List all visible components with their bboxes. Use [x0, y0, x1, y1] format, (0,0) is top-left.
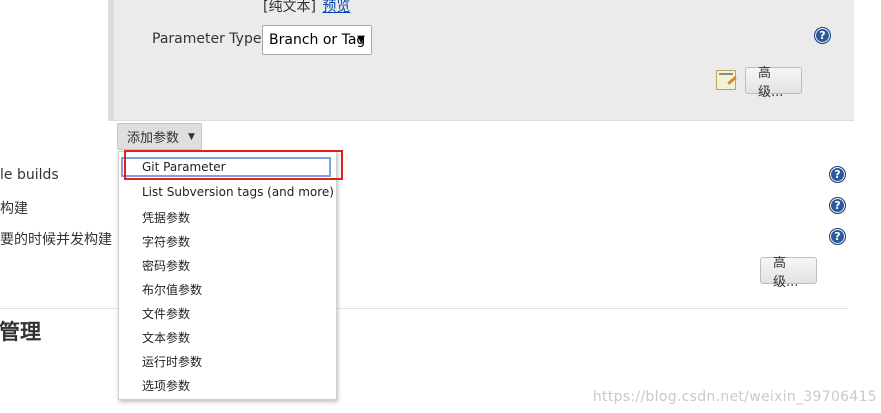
notepad-icon[interactable] [716, 70, 736, 90]
option-label-build: 构建 [0, 201, 28, 217]
plain-text-label: [纯文本] [263, 0, 316, 15]
option-label-builds: le builds [0, 167, 59, 183]
menu-item-file-param[interactable]: 文件参数 [142, 305, 190, 322]
advanced-button[interactable]: 高级... [745, 66, 802, 100]
annotation-highlight-box [124, 150, 343, 180]
parameter-type-label: Parameter Type [152, 31, 262, 47]
select-caret-icon: ▼ [357, 34, 365, 45]
dropdown-caret-icon: ▼ [188, 131, 195, 142]
advanced-button-2[interactable]: 高级... [760, 256, 817, 290]
help-icon[interactable]: ? [829, 228, 846, 245]
section-title: 管理 [0, 320, 41, 344]
watermark: https://blog.csdn.net/weixin_39706415 [592, 389, 877, 405]
add-parameter-label: 添加参数 [127, 131, 180, 146]
parameter-type-value: Branch or Tag [269, 32, 366, 48]
parameter-panel [108, 0, 854, 121]
menu-item-list-subversion-tags[interactable]: List Subversion tags (and more) [142, 185, 334, 199]
add-parameter-menu: List Subversion tags (and more) 凭据参数 字符参… [118, 151, 337, 400]
menu-item-boolean-param[interactable]: 布尔值参数 [142, 281, 202, 298]
preview-link[interactable]: 预览 [322, 0, 350, 15]
menu-item-text-param[interactable]: 文本参数 [142, 329, 190, 346]
menu-item-choice-param[interactable]: 选项参数 [142, 377, 190, 394]
menu-item-password-param[interactable]: 密码参数 [142, 257, 190, 274]
help-icon[interactable]: ? [829, 197, 846, 214]
option-label-concurrent: 要的时候并发构建 [0, 232, 112, 248]
menu-item-run-param[interactable]: 运行时参数 [142, 353, 202, 370]
plain-text-line: [纯文本] 预览 [263, 0, 350, 16]
add-parameter-button[interactable]: 添加参数 ▼ [117, 123, 202, 150]
help-icon[interactable]: ? [829, 166, 846, 183]
help-icon[interactable]: ? [814, 27, 831, 44]
menu-item-credentials-param[interactable]: 凭据参数 [142, 209, 190, 226]
left-blank-area [0, 0, 108, 150]
menu-item-string-param[interactable]: 字符参数 [142, 233, 190, 250]
parameter-type-select[interactable]: Branch or Tag ▼ [262, 25, 372, 55]
